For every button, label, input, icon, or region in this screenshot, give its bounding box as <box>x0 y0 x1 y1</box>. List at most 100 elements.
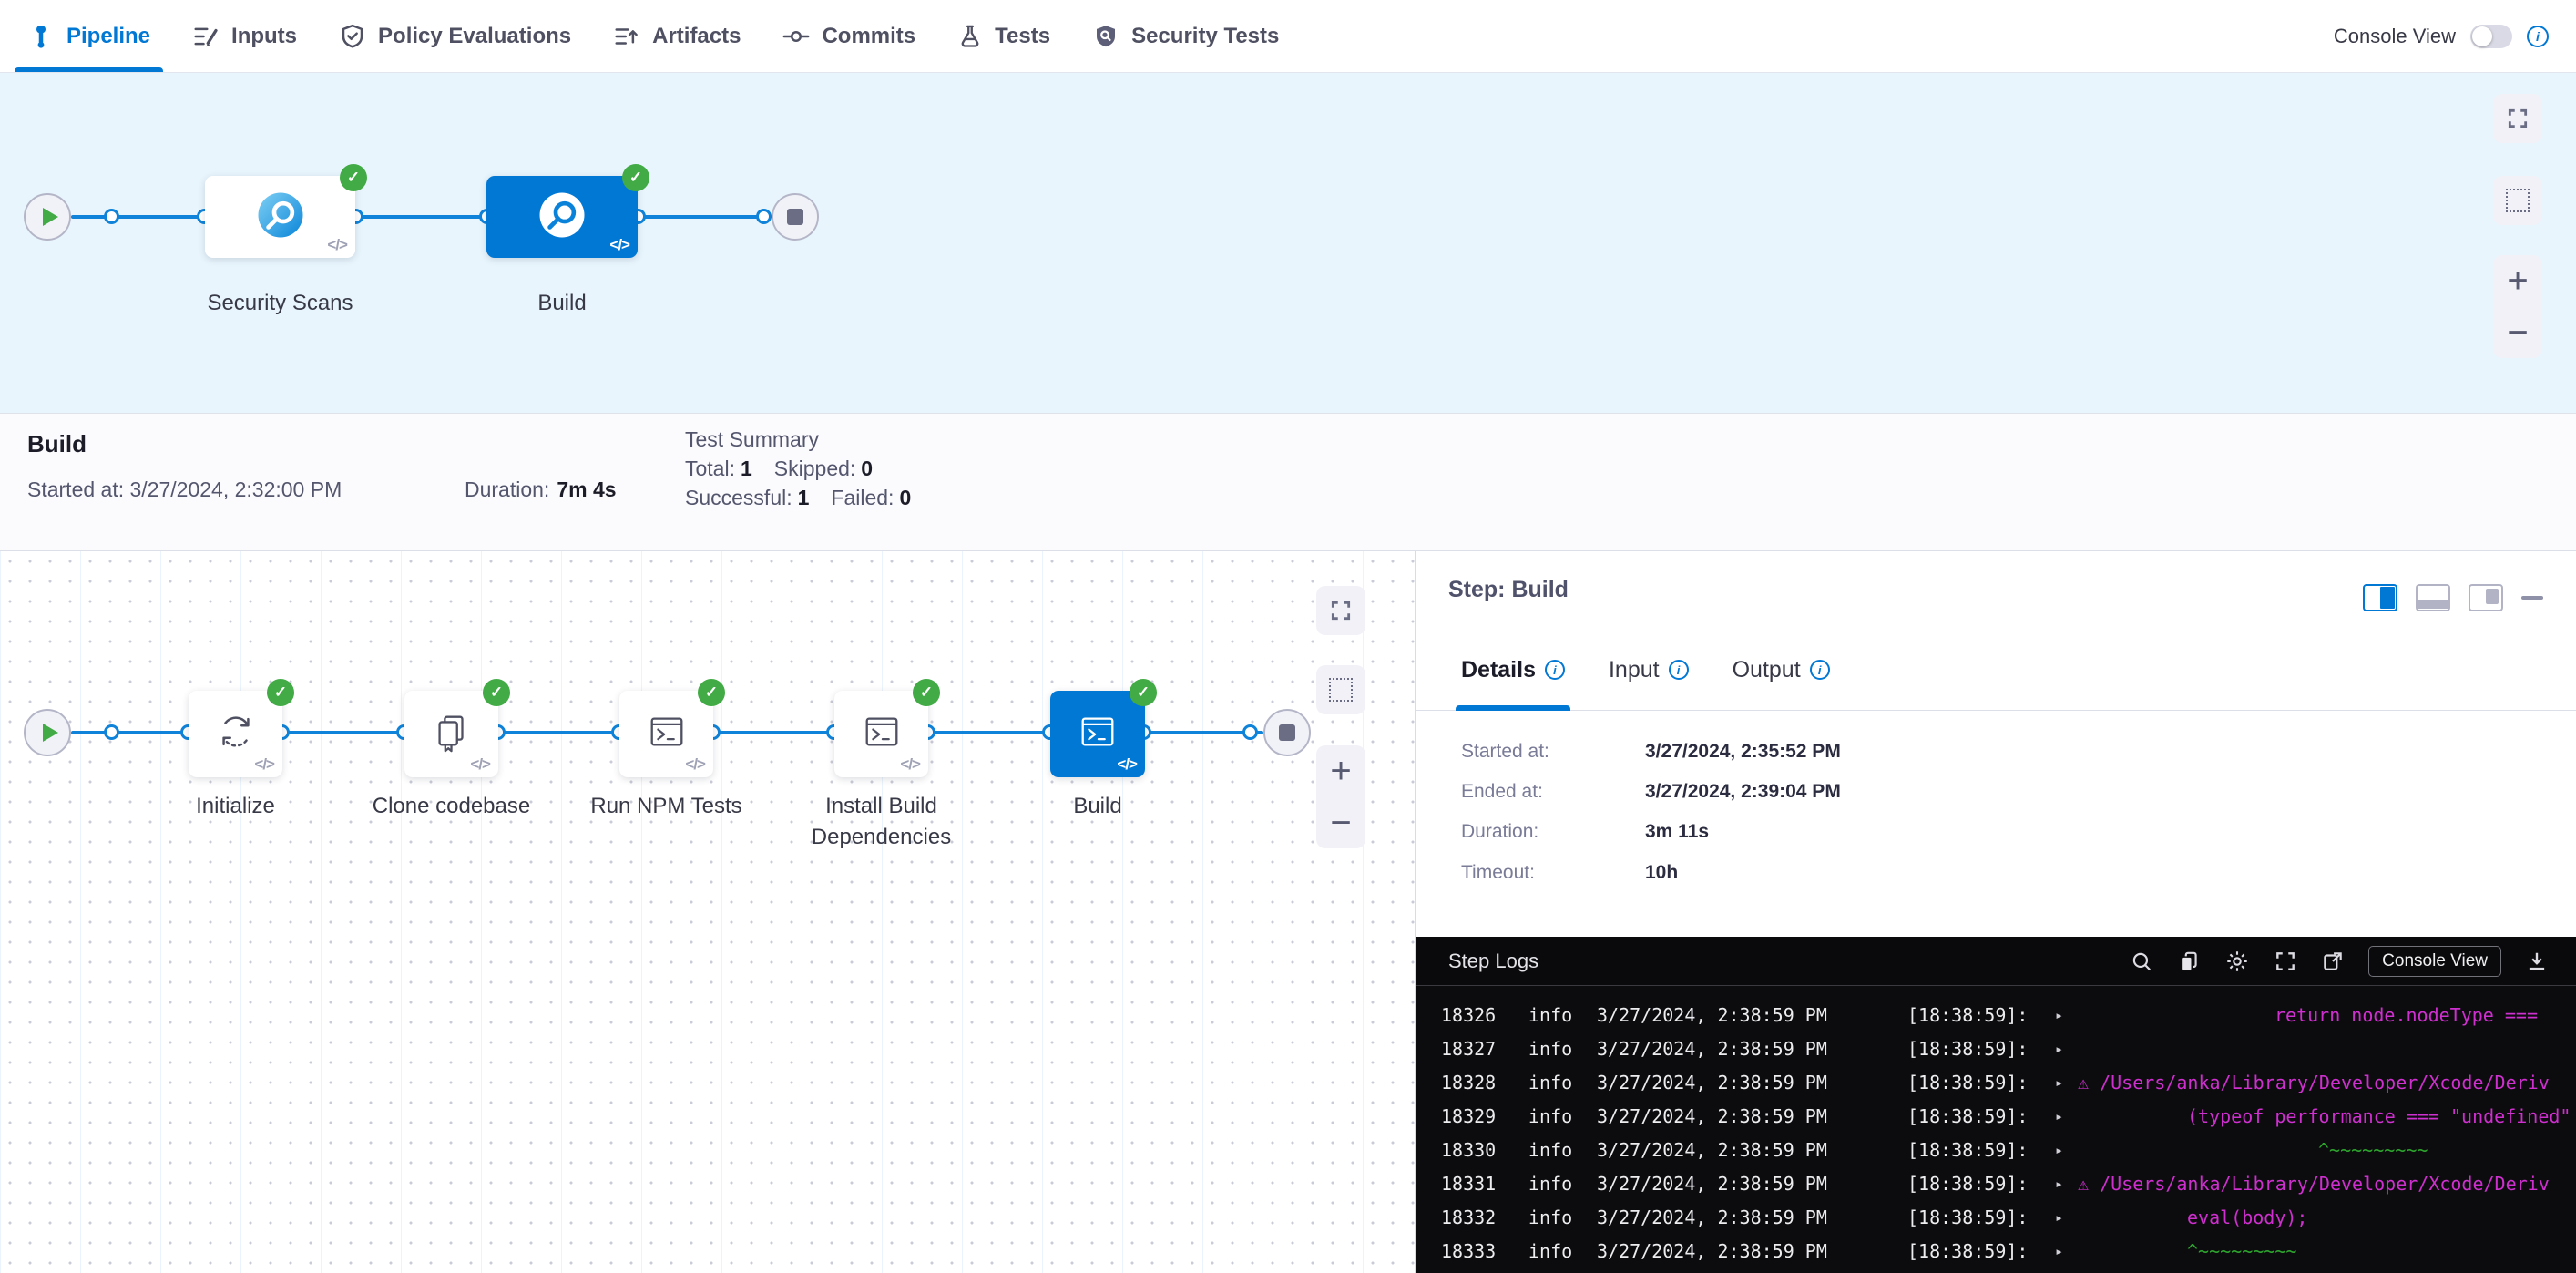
logs-copy-icon[interactable] <box>2177 950 2201 973</box>
step-node-initialize[interactable]: ✓</> <box>189 691 282 777</box>
tab-security-tests[interactable]: Security Tests <box>1092 0 1279 72</box>
security-tests-icon <box>1092 23 1119 50</box>
step-node-install-build-dependencies[interactable]: ✓</> <box>834 691 928 777</box>
log-line-number: 18333 <box>1441 1235 1496 1268</box>
log-expand-arrow[interactable]: ▸ <box>2055 1235 2063 1268</box>
panel-tab-input[interactable]: Inputi <box>1609 630 1689 710</box>
logs-search-icon[interactable] <box>2130 950 2153 973</box>
panel-minimize-button[interactable] <box>2521 596 2543 600</box>
code-icon: </> <box>1117 755 1137 774</box>
tab-label: Tests <box>995 24 1050 49</box>
code-icon: </> <box>327 236 347 254</box>
step-node-run-npm-tests[interactable]: ✓</> <box>619 691 713 777</box>
summary-started-at: Started at: 3/27/2024, 2:32:00 PM <box>27 477 342 502</box>
log-date: 3/27/2024, 2:38:59 PM <box>1597 1032 1827 1066</box>
step-node-clone-codebase[interactable]: ✓</> <box>404 691 498 777</box>
log-content: ^~~~~~~~~~ <box>2318 1134 2428 1167</box>
layout-bottom-split-icon[interactable] <box>2416 584 2450 611</box>
code-icon: </> <box>254 755 274 774</box>
connector-port <box>104 209 119 224</box>
step-node-label: Run NPM Tests <box>553 791 781 822</box>
logs-download-icon[interactable] <box>2525 950 2549 973</box>
stage-node-security-scans[interactable]: ✓</> <box>205 176 355 258</box>
terminal-icon <box>861 711 903 757</box>
marquee-select-icon <box>1329 678 1353 702</box>
tab-pipeline[interactable]: Pipeline <box>27 0 150 72</box>
panel-tab-output[interactable]: Outputi <box>1733 630 1830 710</box>
tab-tests[interactable]: Tests <box>957 0 1050 72</box>
code-icon: </> <box>470 755 490 774</box>
panel-tab-label: Input <box>1609 657 1660 683</box>
step-canvas-fullscreen-button[interactable] <box>1316 586 1365 635</box>
code-icon: </> <box>900 755 920 774</box>
stage-graph-canvas[interactable]: ✓</>Security Scans✓</>Build + − <box>0 73 2576 413</box>
panel-tab-label: Details <box>1461 657 1536 683</box>
log-line: 18328info3/27/2024, 2:38:59 PM[18:38:59]… <box>1416 1066 2576 1100</box>
step-logs-body[interactable]: 18326info3/27/2024, 2:38:59 PM[18:38:59]… <box>1416 987 2576 1273</box>
step-node-build[interactable]: ✓</> <box>1050 691 1145 777</box>
tests-icon <box>957 24 983 49</box>
success-badge: ✓ <box>913 679 940 706</box>
log-expand-arrow[interactable]: ▸ <box>2055 1201 2063 1235</box>
logs-settings-icon[interactable] <box>2224 949 2250 974</box>
log-expand-arrow[interactable]: ▸ <box>2055 1134 2063 1167</box>
zoom-out-button[interactable]: − <box>1330 805 1351 841</box>
stage-canvas-zoom-controls: + − <box>2493 255 2542 358</box>
fullscreen-icon <box>2506 107 2530 130</box>
zoom-in-button[interactable]: + <box>2507 262 2528 299</box>
logs-open-external-icon[interactable] <box>2321 950 2345 973</box>
console-view-toggle[interactable] <box>2470 25 2512 48</box>
log-expand-arrow[interactable]: ▸ <box>2055 1100 2063 1134</box>
step-graph-canvas[interactable]: ✓</>Initialize✓</>Clone codebase✓</>Run … <box>0 551 1416 1273</box>
stage-canvas-select-button[interactable] <box>2493 176 2542 225</box>
log-line: 18332info3/27/2024, 2:38:59 PM[18:38:59]… <box>1416 1201 2576 1235</box>
info-icon[interactable]: i <box>1669 660 1689 680</box>
detail-value: 3m 11s <box>1645 821 1709 842</box>
layout-right-split-icon[interactable] <box>2363 584 2397 611</box>
test-stat-value: 1 <box>798 486 810 509</box>
zoom-in-button[interactable]: + <box>1330 753 1351 789</box>
step-panel-title: Step: Build <box>1448 577 1569 603</box>
tab-label: Commits <box>822 24 915 49</box>
top-nav: Pipeline Inputs Policy Evaluations Artifact… <box>0 0 2576 73</box>
tab-policy-evaluations[interactable]: Policy Evaluations <box>339 0 571 72</box>
tab-commits[interactable]: Commits <box>782 0 915 72</box>
log-expand-arrow[interactable]: ▸ <box>2055 1032 2063 1066</box>
zoom-out-button[interactable]: − <box>2507 314 2528 351</box>
log-time: [18:38:59]: <box>1907 1235 2028 1268</box>
panel-tab-details[interactable]: Details i <box>1461 630 1565 710</box>
logs-fullscreen-icon[interactable] <box>2274 950 2297 973</box>
log-content: (typeof performance === "undefined" <box>2187 1100 2571 1134</box>
summary-duration-label: Duration: <box>465 477 549 501</box>
step-logs-header: Step Logs Conso <box>1416 937 2576 986</box>
info-icon[interactable]: i <box>1545 660 1565 680</box>
stop-icon <box>1279 724 1295 741</box>
scan-icon <box>537 190 588 245</box>
pipeline-icon <box>27 23 55 50</box>
info-icon[interactable]: i <box>2527 26 2549 47</box>
summary-duration-value: 7m 4s <box>557 477 616 501</box>
log-date: 3/27/2024, 2:38:59 PM <box>1597 1167 1827 1201</box>
stage-canvas-fullscreen-button[interactable] <box>2493 94 2542 143</box>
log-expand-arrow[interactable]: ▸ <box>2055 999 2063 1032</box>
step-details-panel: Step: Build DetailsiInputiOutputi Starte… <box>1416 551 2576 1273</box>
terminal-icon <box>1077 711 1119 757</box>
success-badge: ✓ <box>267 679 294 706</box>
log-expand-arrow[interactable]: ▸ <box>2055 1167 2063 1201</box>
logs-console-view-button[interactable]: Console View <box>2368 946 2501 977</box>
stage-node-build[interactable]: ✓</> <box>486 176 638 258</box>
log-date: 3/27/2024, 2:38:59 PM <box>1597 1100 1827 1134</box>
log-line-number: 18329 <box>1441 1100 1496 1134</box>
panel-layout-controls <box>2363 584 2543 611</box>
log-content: return node.nodeType === <box>2274 999 2538 1032</box>
step-canvas-select-button[interactable] <box>1316 665 1365 714</box>
log-expand-arrow[interactable]: ▸ <box>2055 1066 2063 1100</box>
test-stat-value: 0 <box>899 486 911 509</box>
info-icon[interactable]: i <box>1810 660 1830 680</box>
test-stat-label: Skipped: <box>774 457 856 480</box>
success-badge: ✓ <box>698 679 725 706</box>
tab-inputs[interactable]: Inputs <box>192 0 297 72</box>
tab-artifacts[interactable]: Artifacts <box>613 0 741 72</box>
test-summary-title: Test Summary <box>685 425 933 454</box>
layout-floating-icon[interactable] <box>2469 584 2503 611</box>
